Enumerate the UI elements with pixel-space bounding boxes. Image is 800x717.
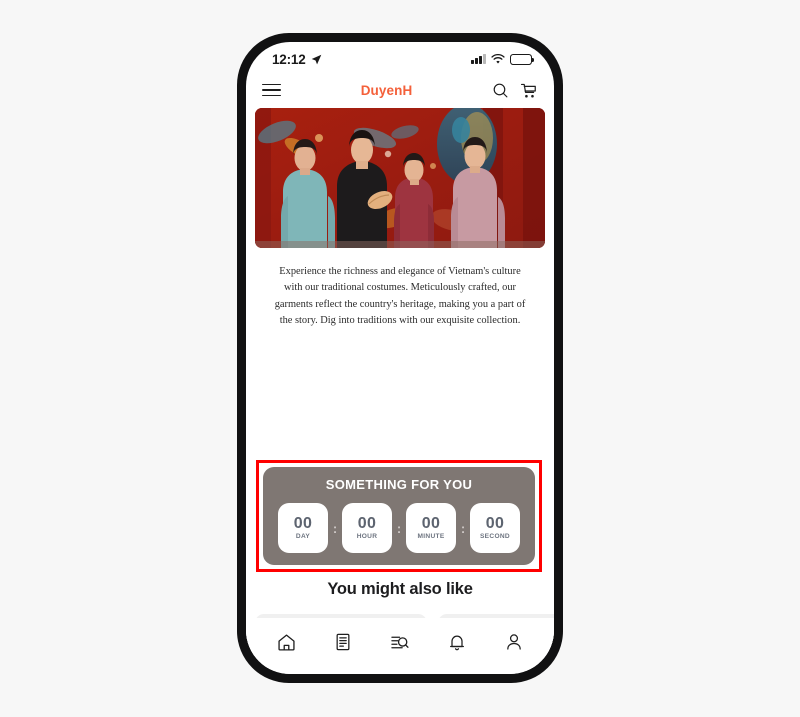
- countdown-row: 00 DAY : 00 HOUR : 00 MINUTE: 00 SECOND: [278, 503, 520, 553]
- nav-item-account[interactable]: [497, 627, 531, 657]
- status-time-group: 12:12: [272, 52, 322, 67]
- header-actions: [492, 81, 538, 100]
- page-content: Experience the richness and elegance of …: [246, 108, 554, 668]
- nav-item-home[interactable]: [269, 627, 303, 657]
- status-time-text: 12:12: [272, 51, 306, 67]
- countdown-separator: :: [396, 520, 402, 536]
- cellular-signal-icon: [471, 54, 486, 64]
- hero-banner-artwork: [255, 108, 545, 248]
- countdown-separator: :: [460, 520, 466, 536]
- countdown-title: SOMETHING FOR YOU: [325, 477, 473, 492]
- brand-title: DuyenH: [360, 82, 413, 98]
- person-icon: [506, 634, 521, 650]
- nav-item-orders[interactable]: [326, 627, 360, 657]
- countdown-minute-label: MINUTE: [417, 533, 445, 540]
- intro-paragraph: Experience the richness and elegance of …: [274, 266, 526, 326]
- countdown-day-value: 00: [293, 515, 313, 532]
- countdown-second-value: 00: [485, 515, 505, 532]
- bell-icon: [449, 635, 464, 651]
- countdown-unit-hour: 00 HOUR: [342, 503, 392, 553]
- search-icon[interactable]: [492, 82, 509, 99]
- app-header: DuyenH: [246, 72, 554, 108]
- phone-frame: 12:12 DuyenH Experience the richness and…: [237, 33, 563, 683]
- countdown-minute-value: 00: [421, 515, 441, 532]
- suggestions-title: You might also like: [327, 580, 473, 598]
- hero-banner[interactable]: [255, 108, 545, 248]
- nav-item-notifications[interactable]: [440, 627, 474, 657]
- search-document-icon: [391, 636, 410, 648]
- countdown-hour-label: HOUR: [356, 533, 378, 540]
- countdown-unit-minute: 00 MINUTE: [406, 503, 456, 553]
- location-arrow-icon: [311, 54, 321, 64]
- orders-document-icon: [336, 633, 350, 651]
- bottom-navigation-bar: [246, 618, 554, 674]
- countdown-unit-day: 00 DAY: [278, 503, 328, 553]
- shopping-cart-icon[interactable]: [519, 81, 538, 100]
- countdown-unit-second: 00 SECOND: [470, 503, 520, 553]
- countdown-hour-value: 00: [357, 515, 377, 532]
- battery-full-icon: [510, 53, 535, 65]
- status-indicators: [471, 53, 535, 65]
- status-bar: 12:12: [246, 42, 554, 72]
- countdown-promo-panel: SOMETHING FOR YOU 00 DAY : 00 HOUR : 00 …: [263, 467, 535, 565]
- countdown-second-label: SECOND: [479, 533, 510, 540]
- countdown-separator: :: [332, 520, 338, 536]
- countdown-day-label: DAY: [295, 533, 311, 540]
- nav-item-lookup[interactable]: [383, 627, 417, 657]
- phone-screen: 12:12 DuyenH Experience the richness and…: [246, 42, 554, 674]
- home-icon: [278, 633, 295, 651]
- wifi-icon: [491, 53, 505, 64]
- hamburger-menu-icon[interactable]: [262, 83, 281, 97]
- annotation-highlight-box: SOMETHING FOR YOU 00 DAY : 00 HOUR : 00 …: [256, 460, 542, 572]
